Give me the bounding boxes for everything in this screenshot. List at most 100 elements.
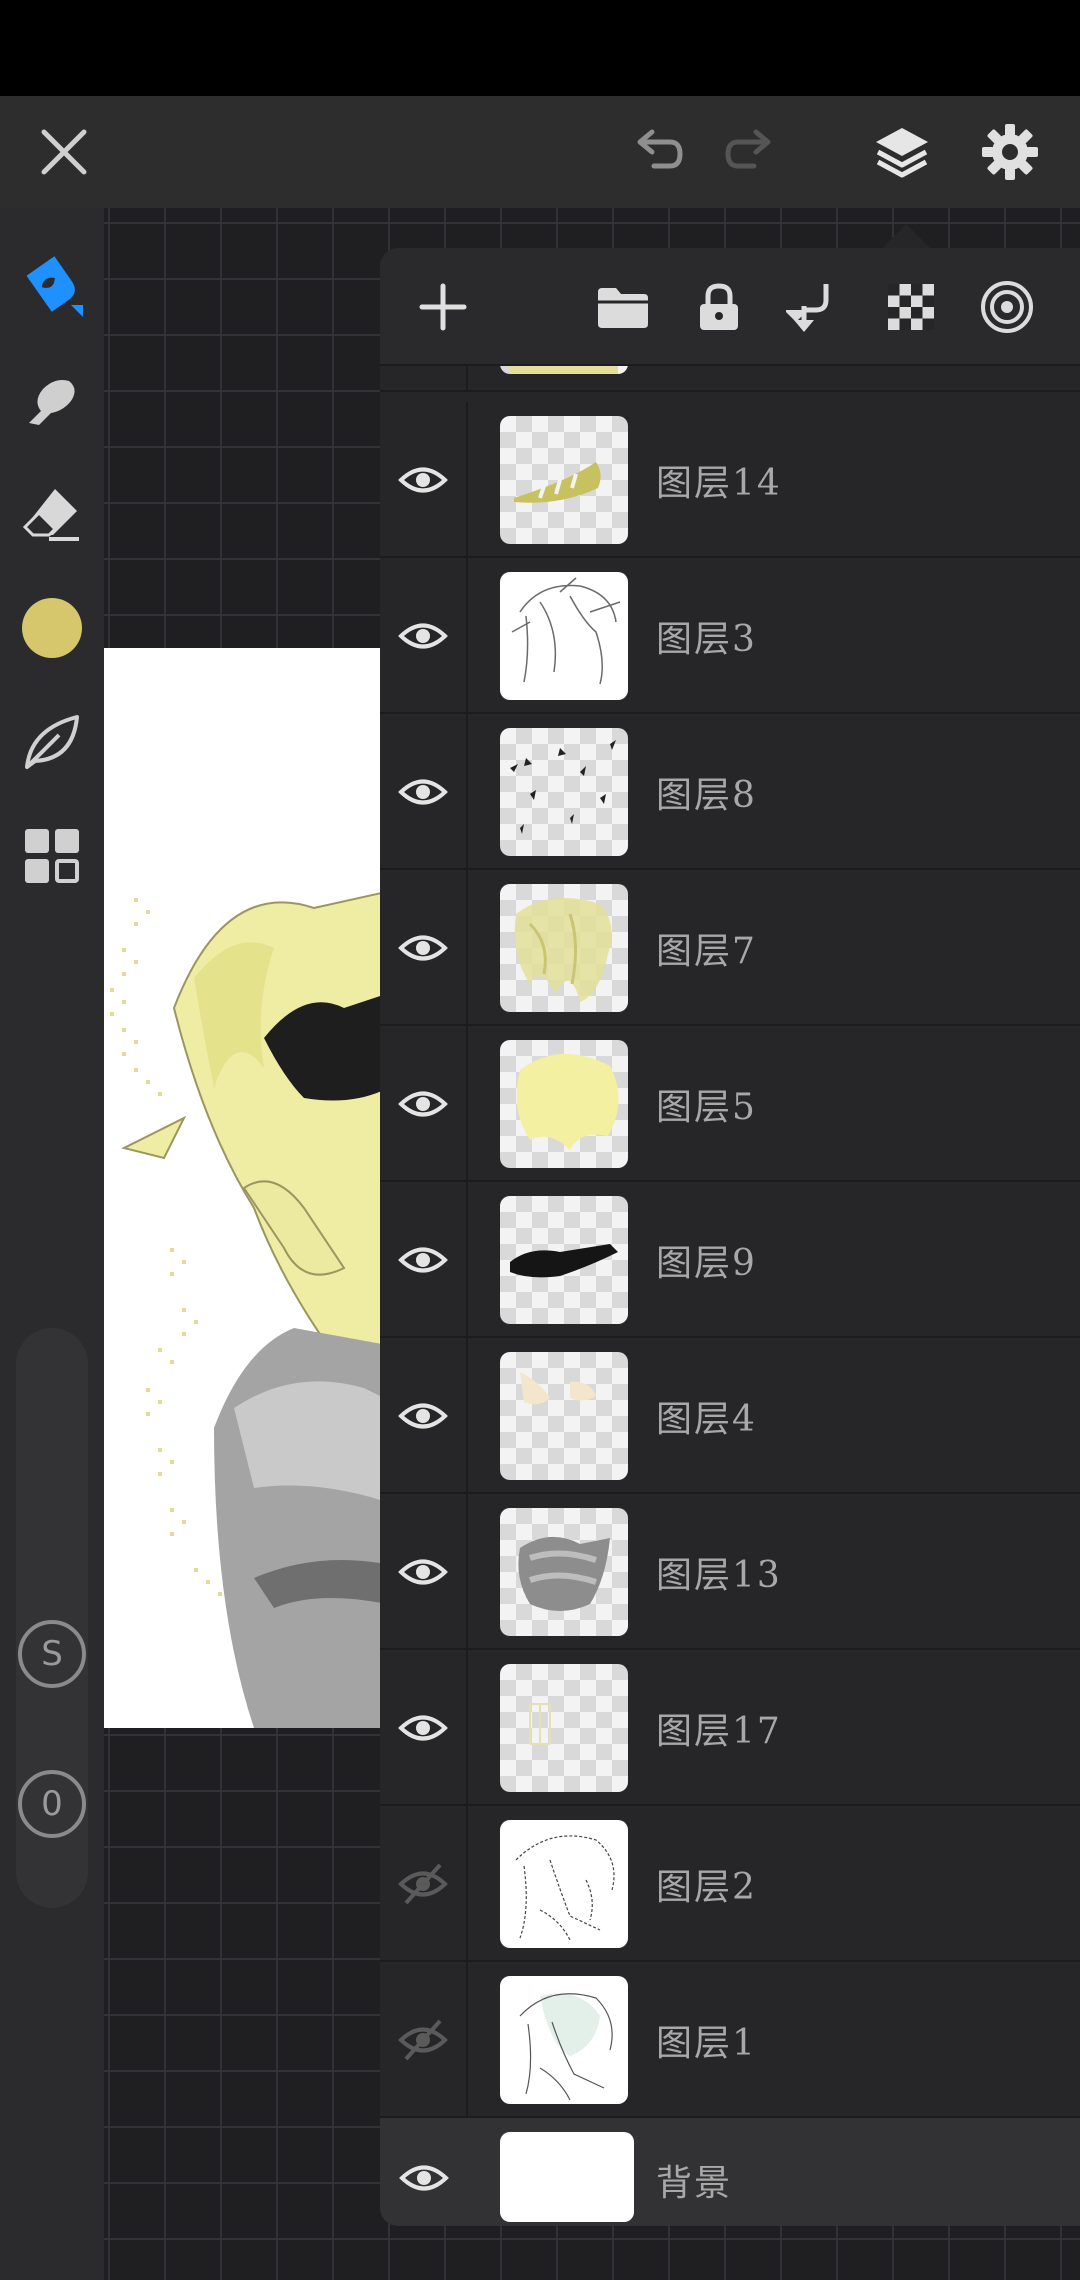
eye-icon <box>398 1091 448 1117</box>
layer-row[interactable]: 图层14 <box>380 402 1080 558</box>
layer-row[interactable]: 图层2 <box>380 1806 1080 1962</box>
eye-icon <box>398 467 448 493</box>
layer-thumbnail <box>500 416 628 544</box>
visibility-toggle[interactable] <box>380 2118 468 2226</box>
visibility-toggle[interactable] <box>380 1026 468 1182</box>
smudge-tool-button[interactable] <box>14 362 90 438</box>
layer-thumbnail <box>500 366 628 374</box>
blend-target-icon <box>981 281 1033 333</box>
color-swatch <box>22 598 82 658</box>
eye-off-icon <box>398 2019 448 2061</box>
layer-row-background[interactable]: 背景 <box>380 2118 1080 2226</box>
eye-icon <box>398 1247 448 1273</box>
layer-thumbnail <box>500 1040 628 1168</box>
folder-icon <box>598 288 648 328</box>
top-bar <box>0 96 1080 208</box>
add-layer-button[interactable] <box>410 274 476 340</box>
size-badge: S <box>18 1620 86 1688</box>
eraser-tool-button[interactable] <box>14 476 90 552</box>
layer-row[interactable]: 图层1 <box>380 1962 1080 2118</box>
layer-row-partial[interactable] <box>380 366 1080 392</box>
layer-row[interactable]: 图层5 <box>380 1026 1080 1182</box>
undo-button[interactable] <box>618 114 694 190</box>
visibility-toggle[interactable] <box>380 1962 468 2118</box>
visibility-toggle[interactable] <box>380 1182 468 1338</box>
merge-down-icon <box>786 284 829 332</box>
opacity-badge: 0 <box>18 1770 86 1838</box>
lock-icon <box>700 283 738 330</box>
layer-name: 图层1 <box>656 2023 757 2064</box>
layer-name: 图层3 <box>656 619 757 660</box>
layer-name: 图层17 <box>656 1711 782 1752</box>
layer-thumbnail <box>500 2132 634 2222</box>
visibility-toggle[interactable] <box>380 1338 468 1494</box>
eye-icon <box>398 779 448 805</box>
layer-thumbnail <box>500 1196 628 1324</box>
layer-row[interactable]: 图层3 <box>380 558 1080 714</box>
layer-name: 背景 <box>656 2163 733 2204</box>
eye-icon <box>398 623 448 649</box>
panel-pointer <box>880 224 932 250</box>
layer-row[interactable]: 图层9 <box>380 1182 1080 1338</box>
layer-name: 图层2 <box>656 1867 757 1908</box>
folder-button[interactable] <box>590 274 656 340</box>
status-bar <box>0 0 1080 96</box>
add-layer-icon <box>419 283 467 331</box>
visibility-toggle[interactable] <box>380 714 468 870</box>
layers-button[interactable] <box>864 114 940 190</box>
redo-button[interactable] <box>714 114 790 190</box>
eye-off-icon <box>398 1863 448 1905</box>
pen-tool-button[interactable] <box>14 248 90 324</box>
visibility-toggle[interactable] <box>380 1650 468 1806</box>
visibility-toggle[interactable] <box>380 402 468 558</box>
gear-icon <box>982 124 1038 180</box>
eraser-tool-icon <box>22 489 79 541</box>
redo-icon <box>725 129 771 169</box>
leaf-tool-button[interactable] <box>14 704 90 780</box>
layer-thumbnail <box>500 1976 628 2104</box>
visibility-toggle[interactable] <box>380 870 468 1026</box>
eye-icon <box>398 1403 448 1429</box>
layer-row[interactable]: 图层8 <box>380 714 1080 870</box>
layers-icon <box>876 128 928 178</box>
visibility-toggle[interactable] <box>380 1806 468 1962</box>
layer-row[interactable]: 图层13 <box>380 1494 1080 1650</box>
layer-name: 图层8 <box>656 775 757 816</box>
layers-panel: 图层14 图层3 图层8 图层7 图层5 图层9 图层4 图层13 图层17 图… <box>380 248 1080 2226</box>
layer-thumbnail <box>500 1820 628 1948</box>
layer-thumbnail <box>500 884 628 1012</box>
layer-name: 图层5 <box>656 1087 757 1128</box>
layer-name: 图层7 <box>656 931 757 972</box>
layer-name: 图层14 <box>656 463 782 504</box>
smudge-tool-icon <box>29 380 75 425</box>
visibility-toggle[interactable] <box>380 558 468 714</box>
pen-tool-icon <box>26 256 83 317</box>
layer-thumbnail <box>500 1664 628 1792</box>
layer-name: 图层9 <box>656 1243 757 1284</box>
visibility-toggle[interactable] <box>380 1494 468 1650</box>
transparency-button[interactable] <box>878 274 944 340</box>
layer-list: 图层14 图层3 图层8 图层7 图层5 图层9 图层4 图层13 图层17 图… <box>380 366 1080 2226</box>
layer-row[interactable]: 图层7 <box>380 870 1080 1026</box>
eye-icon <box>398 935 448 961</box>
layer-row[interactable]: 图层4 <box>380 1338 1080 1494</box>
layers-toolbar <box>380 248 1080 366</box>
color-swatch-button[interactable] <box>14 590 90 666</box>
artwork <box>104 648 404 1728</box>
close-icon <box>41 129 87 175</box>
blend-target-button[interactable] <box>974 274 1040 340</box>
undo-icon <box>637 129 683 169</box>
settings-button[interactable] <box>972 114 1048 190</box>
layer-thumbnail <box>500 728 628 856</box>
eye-icon <box>398 1559 448 1585</box>
merge-down-button[interactable] <box>782 274 848 340</box>
layer-name: 图层4 <box>656 1399 757 1440</box>
close-button[interactable] <box>26 114 102 190</box>
grid-menu-button[interactable] <box>14 818 90 894</box>
tool-sidebar: S 0 <box>0 208 104 2280</box>
grid-menu-icon <box>25 829 79 883</box>
layer-thumbnail <box>500 1352 628 1480</box>
lock-button[interactable] <box>686 274 752 340</box>
layer-row[interactable]: 图层17 <box>380 1650 1080 1806</box>
layer-name: 图层13 <box>656 1555 782 1596</box>
